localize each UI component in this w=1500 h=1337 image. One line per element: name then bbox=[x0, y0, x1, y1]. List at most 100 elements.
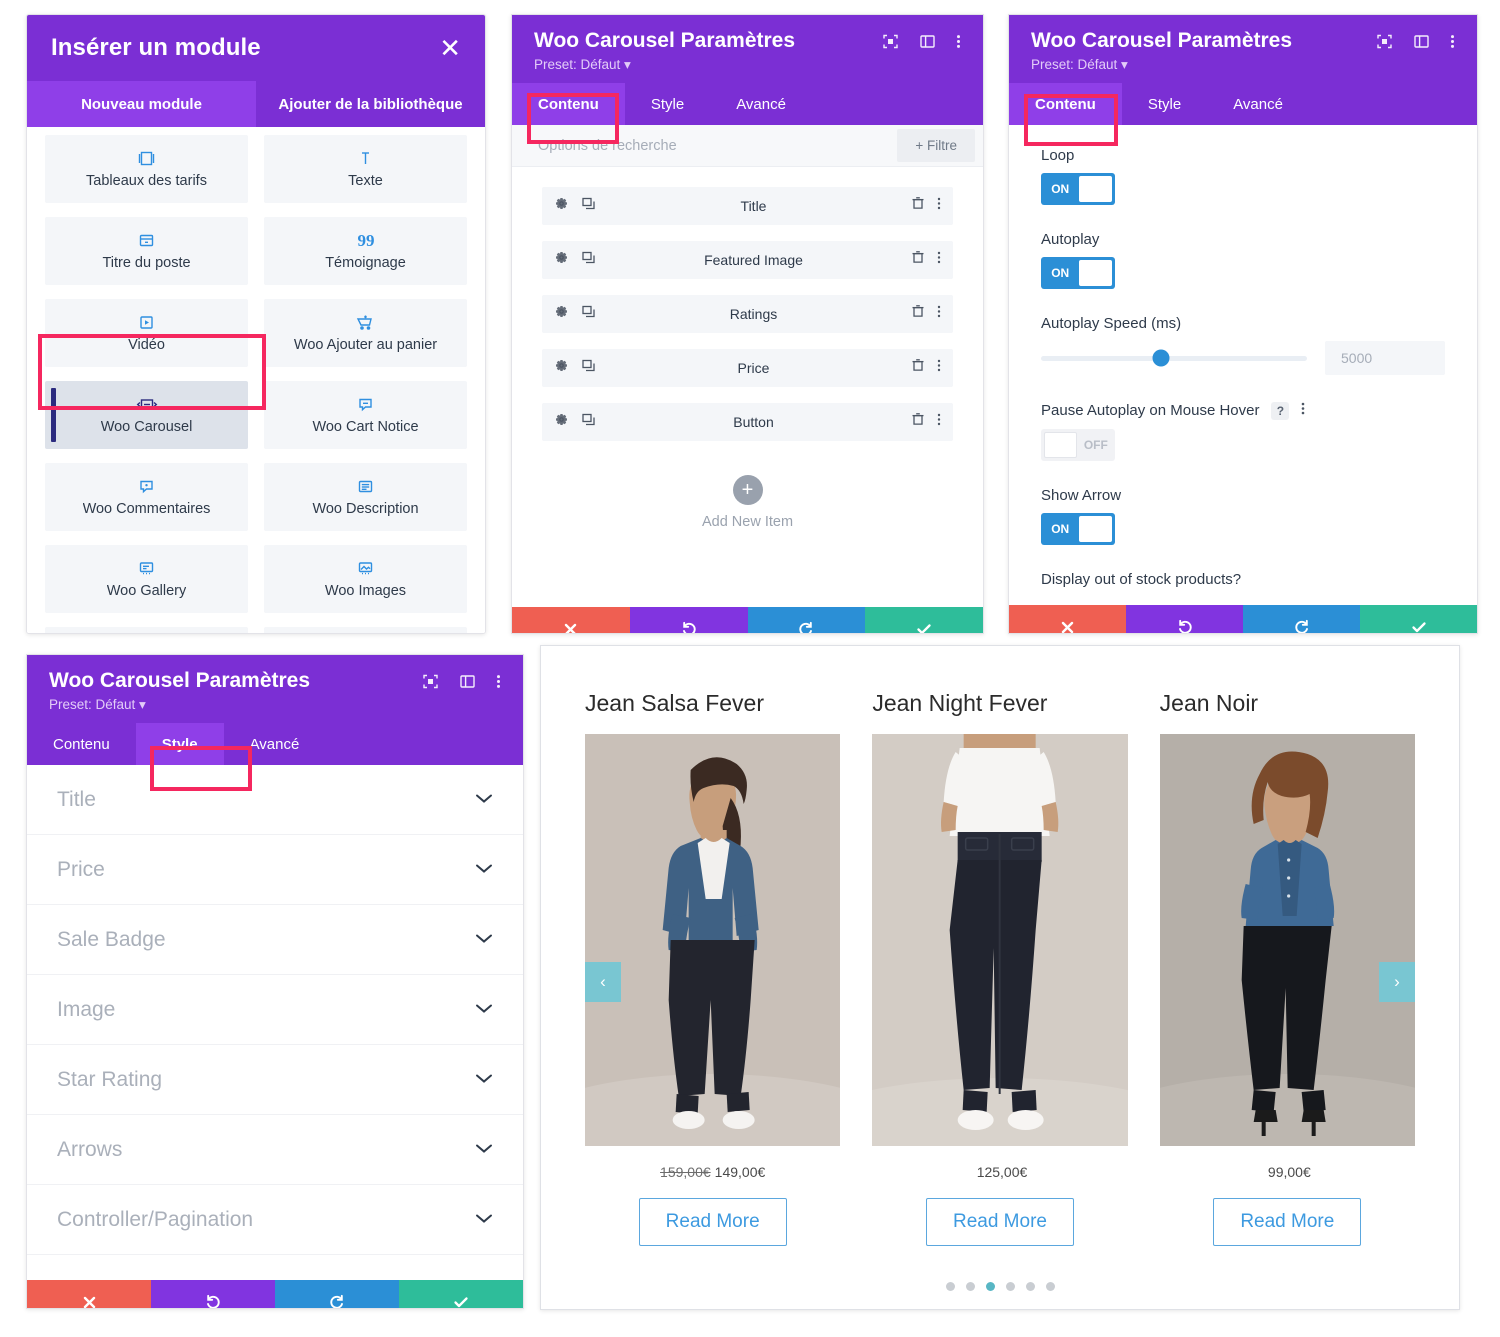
plus-circle-icon[interactable]: + bbox=[732, 475, 763, 505]
tab-style[interactable]: Style bbox=[1122, 83, 1207, 125]
pause-hover-toggle[interactable]: OFF bbox=[1041, 429, 1115, 461]
tab-ajouter-bibliotheque[interactable]: Ajouter de la bibliothèque bbox=[256, 81, 485, 127]
tab-contenu[interactable]: Contenu bbox=[1009, 83, 1122, 125]
kebab-menu-icon[interactable] bbox=[956, 33, 961, 55]
show-arrow-toggle[interactable]: ON bbox=[1041, 513, 1115, 545]
autoplay-speed-slider[interactable] bbox=[1041, 349, 1307, 367]
tab-style[interactable]: Style bbox=[625, 83, 710, 125]
pagination-dot-active[interactable] bbox=[985, 1282, 995, 1291]
kebab-menu-icon[interactable] bbox=[937, 412, 941, 432]
module-tableaux-des-tarifs[interactable]: Tableaux des tarifs bbox=[45, 135, 248, 203]
module-woo-carousel[interactable]: Woo Carousel bbox=[45, 381, 248, 449]
tab-style[interactable]: Style bbox=[135, 723, 224, 765]
read-more-button[interactable]: Read More bbox=[1213, 1198, 1362, 1246]
carousel-next-button[interactable]: › bbox=[1379, 962, 1415, 1002]
module-woo-gallery[interactable]: Woo Gallery bbox=[45, 545, 248, 613]
kebab-menu-icon[interactable] bbox=[937, 250, 941, 270]
gear-icon[interactable] bbox=[554, 412, 569, 432]
redo-button[interactable] bbox=[1243, 605, 1360, 633]
module-woo-description[interactable]: Woo Description bbox=[264, 463, 467, 531]
filter-button[interactable]: + Filtre bbox=[897, 129, 975, 162]
duplicate-icon[interactable] bbox=[581, 250, 596, 270]
kebab-menu-icon[interactable] bbox=[937, 358, 941, 378]
trash-icon[interactable] bbox=[911, 412, 925, 432]
table-row[interactable]: Price bbox=[542, 349, 953, 387]
module-temoignage[interactable]: 99 Témoignage bbox=[264, 217, 467, 285]
resize-handle[interactable] bbox=[507, 1308, 523, 1309]
resize-handle[interactable] bbox=[1461, 633, 1477, 634]
table-row[interactable]: Ratings bbox=[542, 295, 953, 333]
focus-icon[interactable] bbox=[422, 673, 439, 695]
pagination-dot[interactable] bbox=[1005, 1282, 1015, 1291]
focus-icon[interactable] bbox=[882, 33, 899, 55]
preset-dropdown[interactable]: Preset: Défaut ▾ bbox=[534, 57, 795, 73]
split-view-icon[interactable] bbox=[919, 33, 936, 55]
trash-icon[interactable] bbox=[911, 358, 925, 378]
tab-avance[interactable]: Avancé bbox=[710, 83, 812, 125]
focus-icon[interactable] bbox=[1376, 33, 1393, 55]
module-woo-images[interactable]: Woo Images bbox=[264, 545, 467, 613]
module-texte[interactable]: Texte bbox=[264, 135, 467, 203]
style-section-arrows[interactable]: Arrows bbox=[27, 1115, 523, 1185]
preset-dropdown[interactable]: Preset: Défaut ▾ bbox=[49, 697, 310, 713]
duplicate-icon[interactable] bbox=[581, 412, 596, 432]
tab-avance[interactable]: Avancé bbox=[224, 723, 326, 765]
duplicate-icon[interactable] bbox=[581, 196, 596, 216]
trash-icon[interactable] bbox=[911, 304, 925, 324]
table-row[interactable]: Title bbox=[542, 187, 953, 225]
slider-handle[interactable] bbox=[1152, 349, 1170, 367]
save-button[interactable] bbox=[865, 607, 983, 633]
cancel-button[interactable] bbox=[27, 1280, 151, 1308]
product-image[interactable] bbox=[585, 734, 841, 1146]
style-section-star-rating[interactable]: Star Rating bbox=[27, 1045, 523, 1115]
kebab-menu-icon[interactable] bbox=[937, 196, 941, 216]
save-button[interactable] bbox=[399, 1280, 523, 1308]
gear-icon[interactable] bbox=[554, 196, 569, 216]
module-titre-du-poste[interactable]: Titre du poste bbox=[45, 217, 248, 285]
read-more-button[interactable]: Read More bbox=[638, 1198, 787, 1246]
module-woo-informations-supplementaires[interactable]: Woo Informations supplé bbox=[45, 627, 248, 633]
split-view-icon[interactable] bbox=[1413, 33, 1430, 55]
split-view-icon[interactable] bbox=[459, 673, 476, 695]
product-image[interactable] bbox=[1159, 734, 1415, 1146]
pagination-dot[interactable] bbox=[1025, 1282, 1035, 1291]
gear-icon[interactable] bbox=[554, 358, 569, 378]
module-woo-commentaires[interactable]: Woo Commentaires bbox=[45, 463, 248, 531]
redo-button[interactable] bbox=[275, 1280, 399, 1308]
read-more-button[interactable]: Read More bbox=[925, 1198, 1074, 1246]
style-section-price[interactable]: Price bbox=[27, 835, 523, 905]
add-new-item-button[interactable]: + Add New Item bbox=[542, 457, 953, 530]
module-woo-meta[interactable]: Woo Meta bbox=[264, 627, 467, 633]
style-section-sale-badge[interactable]: Sale Badge bbox=[27, 905, 523, 975]
tab-contenu[interactable]: Contenu bbox=[27, 723, 136, 765]
style-section-title[interactable]: Title bbox=[27, 765, 523, 835]
search-input[interactable]: Options de recherche bbox=[538, 138, 677, 154]
style-section-image[interactable]: Image bbox=[27, 975, 523, 1045]
kebab-menu-icon[interactable] bbox=[1450, 33, 1455, 55]
trash-icon[interactable] bbox=[911, 250, 925, 270]
module-grid-scroll[interactable]: Tableaux des tarifs Texte Titre du poste… bbox=[27, 127, 485, 633]
duplicate-icon[interactable] bbox=[581, 304, 596, 324]
tab-nouveau-module[interactable]: Nouveau module bbox=[27, 81, 256, 127]
trash-icon[interactable] bbox=[911, 196, 925, 216]
kebab-menu-icon[interactable] bbox=[937, 304, 941, 324]
save-button[interactable] bbox=[1360, 605, 1477, 633]
pagination-dot[interactable] bbox=[965, 1282, 975, 1291]
pagination-dot[interactable] bbox=[945, 1282, 955, 1291]
loop-toggle[interactable]: ON bbox=[1041, 173, 1115, 205]
undo-button[interactable] bbox=[1126, 605, 1243, 633]
module-woo-cart-notice[interactable]: Woo Cart Notice bbox=[264, 381, 467, 449]
table-row[interactable]: Button bbox=[542, 403, 953, 441]
kebab-menu-icon[interactable] bbox=[496, 673, 501, 695]
tab-contenu[interactable]: Contenu bbox=[512, 83, 625, 125]
question-mark-icon[interactable]: ? bbox=[1271, 401, 1290, 420]
style-section-controller-pagination[interactable]: Controller/Pagination bbox=[27, 1185, 523, 1255]
cancel-button[interactable] bbox=[512, 607, 630, 633]
redo-button[interactable] bbox=[747, 607, 866, 633]
undo-button[interactable] bbox=[151, 1280, 275, 1308]
pagination-dot[interactable] bbox=[1045, 1282, 1055, 1291]
duplicate-icon[interactable] bbox=[581, 358, 596, 378]
gear-icon[interactable] bbox=[554, 304, 569, 324]
autoplay-speed-input[interactable] bbox=[1325, 341, 1445, 375]
tab-avance[interactable]: Avancé bbox=[1207, 83, 1309, 125]
